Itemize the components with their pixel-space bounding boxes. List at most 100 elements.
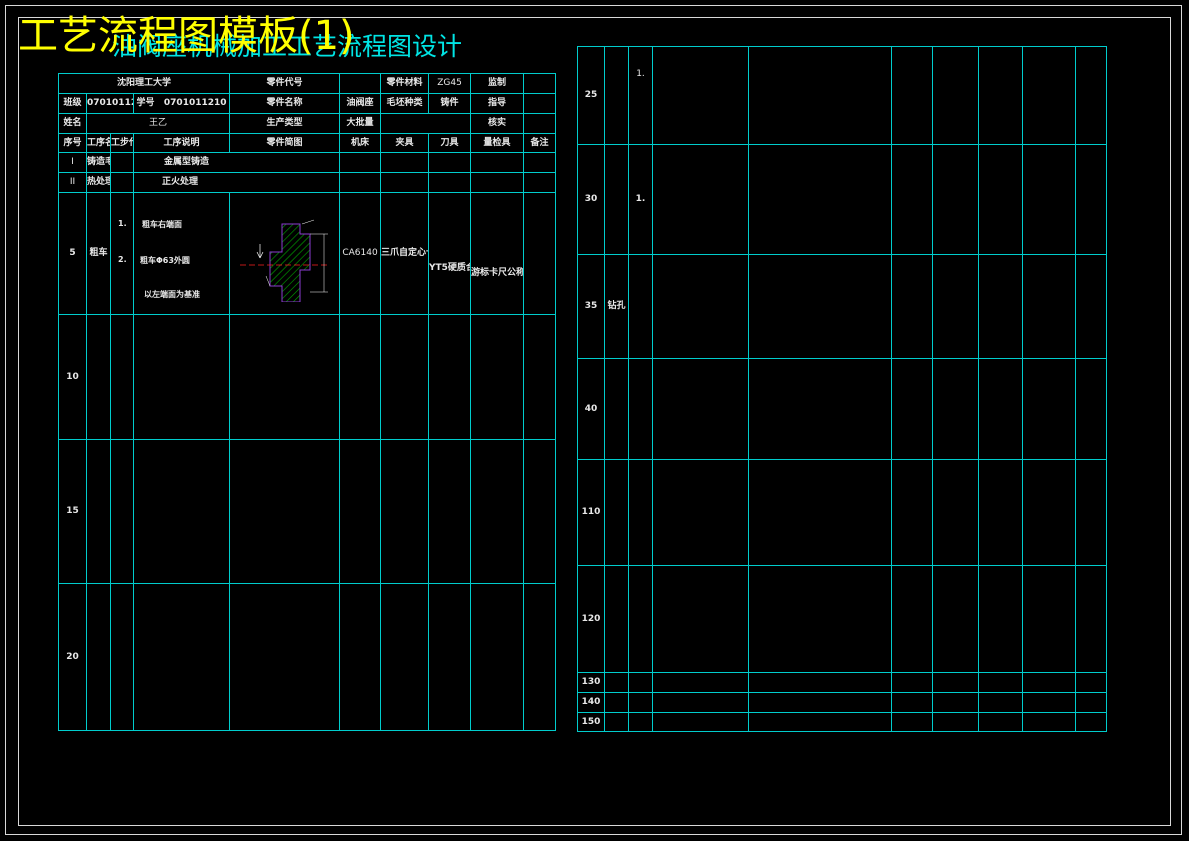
empty-cell [652,254,749,359]
supervise-label: 监制 [470,73,525,94]
empty-cell [523,314,557,440]
op35-step [628,254,653,359]
student-id: 学号 0701011210 [132,93,231,114]
empty-cell [1075,712,1107,732]
empty-cell [1022,712,1076,732]
empty-cell [932,254,979,359]
guide-label: 指导 [470,93,525,114]
col-header-no: 序号 [58,133,87,153]
op30-name [604,144,629,255]
op35-name: 钻孔 [604,254,629,359]
empty-cell [132,314,231,440]
empty-cell [380,152,430,173]
name-label: 姓名 [58,113,87,134]
empty-cell [891,46,933,145]
empty-cell [748,459,892,566]
op150-name [604,712,629,732]
material-value: ZG45 [428,73,472,94]
empty-cell [428,583,472,731]
empty-cell [380,172,430,193]
production-type-label: 生产类型 [229,113,341,134]
empty-cell [891,692,933,713]
empty-cell [1022,254,1076,359]
empty-cell [1075,358,1107,460]
col-header-step-code: 工步代号 [110,133,134,153]
empty-cell [1075,46,1107,145]
empty-cell [652,712,749,732]
empty-cell [132,439,231,584]
part-name-value: 油阀座 [339,93,382,114]
empty-cell [110,583,134,731]
op5-desc-2: 粗车Φ63外圆 [140,255,190,265]
op140-step [628,692,653,713]
process-table-left: 沈阳理工大学 零件代号 零件材料 ZG45 监制 班级 07010112 学号 … [57,73,557,731]
col-header-remark: 备注 [523,133,557,153]
empty-cell [380,314,430,440]
empty-cell [86,439,111,584]
col-header-gauge: 量检具 [470,133,525,153]
empty-cell [748,358,892,460]
empty-cell [523,152,557,173]
empty-cell [978,712,1023,732]
empty-cell [748,712,892,732]
op120-step [628,565,653,673]
op5-desc-3: 以左端面为基准 [144,289,200,299]
empty-cell [229,314,341,440]
op5-step-list: 1. 2. [112,194,133,314]
empty-cell [86,314,111,440]
empty-cell [932,358,979,460]
op25-name [604,46,629,145]
process-table-right: 25 1. 30 1. 35 钻孔 40 110 120 130 140 150 [577,46,1107,732]
empty-cell [652,672,749,693]
blank-label: 毛坯种类 [380,93,430,114]
op5-step-2: 2. [118,254,127,264]
op30-no: 30 [577,144,605,255]
row-name-ii: 热处理 [86,172,111,193]
empty-cell [428,314,472,440]
empty-cell [891,254,933,359]
empty-cell [339,314,382,440]
empty-cell [932,672,979,693]
empty-cell [523,192,557,315]
empty-cell [1022,46,1076,145]
sheet-title: 工艺流程图模板(1) [18,13,355,59]
empty-cell [932,692,979,713]
empty-cell [470,314,525,440]
part-code-value [339,73,382,94]
empty-cell [110,439,134,584]
op5-desc-list: 粗车右端面 粗车Φ63外圆 以左端面为基准 [135,194,229,314]
empty-cell [1075,144,1107,255]
op120-no: 120 [577,565,605,673]
empty-cell [978,46,1023,145]
op150-no: 150 [577,712,605,732]
op120-name [604,565,629,673]
empty-cell [978,144,1023,255]
empty-cell [748,254,892,359]
empty-cell [428,439,472,584]
op40-name [604,358,629,460]
op5-sketch-cell [229,192,341,315]
col-header-op-desc: 工序说明 [132,133,231,153]
student-id-value: 0701011210 [163,98,227,108]
part-sketch-drawing [240,219,331,302]
empty-cell [978,459,1023,566]
op130-name [604,672,629,693]
empty-cell [932,565,979,673]
empty-cell [978,358,1023,460]
school-name: 沈阳理工大学 [57,73,231,94]
empty-cell [1022,358,1076,460]
op25-no: 25 [577,46,605,145]
empty-cell [380,439,430,584]
empty-cell [1075,692,1107,713]
empty-cell [748,692,892,713]
empty-cell [1022,144,1076,255]
empty-cell [132,583,231,731]
class-value: 07010112 [86,93,134,114]
name-value: 王乙 [85,113,231,134]
empty-cell [932,144,979,255]
empty-cell [652,565,749,673]
op140-no: 140 [577,692,605,713]
col-header-machine: 机床 [339,133,382,153]
op110-name [604,459,629,566]
col-header-sketch: 零件简图 [229,133,341,153]
